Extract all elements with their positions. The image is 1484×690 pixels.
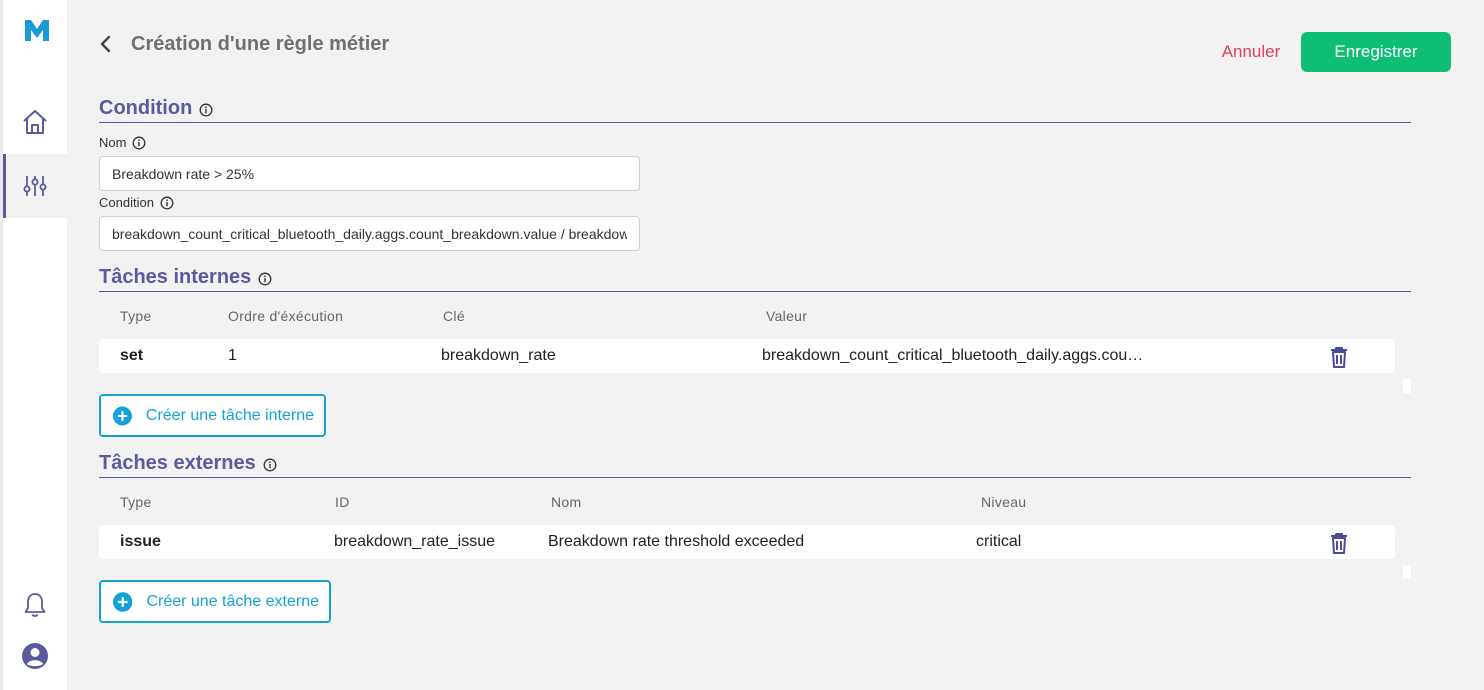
page-header: Création d'une règle métier xyxy=(99,30,389,58)
sidebar xyxy=(0,0,67,690)
section-title-external-tasks: Tâches externes xyxy=(99,452,1411,478)
cell-type: issue xyxy=(120,533,161,550)
column-header-key: Clé xyxy=(443,308,465,324)
cell-id: breakdown_rate_issue xyxy=(334,533,495,550)
bell-icon xyxy=(24,593,46,617)
save-button[interactable]: Enregistrer xyxy=(1301,32,1451,72)
name-input[interactable] xyxy=(99,156,640,191)
main-content: Création d'une règle métier Annuler Enre… xyxy=(67,0,1484,690)
table-row[interactable]: issue breakdown_rate_issue Breakdown rat… xyxy=(99,525,1395,559)
condition-label-text: Condition xyxy=(99,195,154,210)
condition-field-label: Condition xyxy=(99,195,174,210)
cell-order: 1 xyxy=(228,347,237,364)
info-icon[interactable] xyxy=(263,458,277,472)
cell-value: breakdown_count_critical_bluetooth_daily… xyxy=(762,347,1144,364)
sidebar-item-rules[interactable] xyxy=(3,154,67,218)
info-icon[interactable] xyxy=(199,103,213,117)
create-internal-task-button[interactable]: Créer une tâche interne xyxy=(99,394,326,437)
section-title-condition: Condition xyxy=(99,97,1411,123)
back-arrow-icon[interactable] xyxy=(99,30,117,58)
info-icon[interactable] xyxy=(132,136,146,150)
info-icon[interactable] xyxy=(258,272,272,286)
sidebar-item-home[interactable] xyxy=(3,90,67,154)
plus-circle-icon xyxy=(113,591,133,612)
cancel-button[interactable]: Annuler xyxy=(1201,32,1301,72)
home-icon xyxy=(23,110,47,134)
table-row[interactable]: set 1 breakdown_rate breakdown_count_cri… xyxy=(99,339,1395,373)
column-header-name: Nom xyxy=(551,494,582,510)
scrollbar-stub xyxy=(1403,379,1411,393)
logo-icon xyxy=(25,20,49,41)
cell-type: set xyxy=(120,347,144,364)
name-label-text: Nom xyxy=(99,135,127,150)
cell-name: Breakdown rate threshold exceeded xyxy=(548,533,805,550)
section-title-text: Condition xyxy=(99,97,193,119)
column-header-order: Ordre d'éxécution xyxy=(228,308,344,324)
create-external-task-label: Créer une tâche externe xyxy=(146,592,319,610)
sidebar-item-profile[interactable] xyxy=(3,624,67,688)
page-title: Création d'une règle métier xyxy=(131,32,390,55)
column-header-id: ID xyxy=(335,494,350,510)
cell-level: critical xyxy=(976,533,1022,550)
column-header-type: Type xyxy=(120,494,152,510)
info-icon[interactable] xyxy=(160,196,174,210)
sliders-icon xyxy=(23,176,47,196)
trash-icon[interactable] xyxy=(1327,531,1351,555)
section-title-text: Tâches internes xyxy=(99,266,252,288)
user-circle-icon xyxy=(22,643,48,669)
brand-logo[interactable] xyxy=(22,16,52,44)
trash-icon[interactable] xyxy=(1327,345,1351,369)
section-title-internal-tasks: Tâches internes xyxy=(99,266,1411,292)
column-header-type: Type xyxy=(120,308,152,324)
plus-circle-icon xyxy=(113,406,132,425)
create-external-task-button[interactable]: Créer une tâche externe xyxy=(99,580,331,623)
condition-input[interactable] xyxy=(99,216,640,251)
create-internal-task-label: Créer une tâche interne xyxy=(145,406,314,424)
scrollbar-stub xyxy=(1403,565,1411,579)
cell-key: breakdown_rate xyxy=(441,347,556,364)
name-field-label: Nom xyxy=(99,135,146,150)
section-title-text: Tâches externes xyxy=(99,452,256,474)
column-header-value: Valeur xyxy=(766,308,808,324)
column-header-level: Niveau xyxy=(981,494,1027,510)
